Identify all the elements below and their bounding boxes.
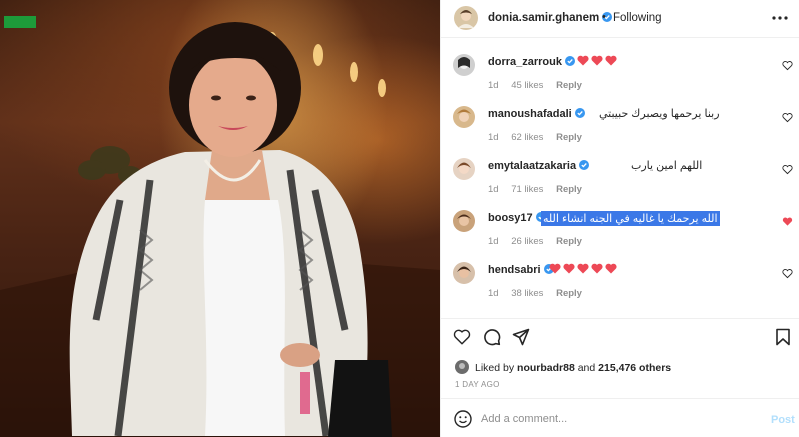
commenter-username[interactable]: dorra_zarrouk — [488, 56, 575, 68]
header-separator: • — [602, 11, 606, 23]
post-actions — [441, 326, 799, 350]
comment-item: boosy17 الله يرحمك يا غاليه في الجنه انش… — [441, 210, 799, 260]
red-heart-icon — [577, 55, 589, 66]
section-divider — [441, 318, 799, 319]
emoji-icon[interactable] — [454, 410, 472, 428]
post-comment-button[interactable]: Post — [771, 414, 795, 426]
comment-meta: 1d 62 likes Reply — [488, 132, 592, 143]
comment-time[interactable]: 1d — [488, 288, 499, 299]
verified-badge-icon — [564, 56, 575, 66]
reply-button[interactable]: Reply — [556, 288, 582, 299]
comment-item: dorra_zarrouk 1d 45 likes Reply — [441, 54, 799, 104]
comment-meta: 1d 71 likes Reply — [488, 184, 592, 195]
post-photo[interactable] — [0, 0, 440, 437]
reply-button[interactable]: Reply — [556, 236, 582, 247]
comment-item: hendsabri 1d 38 likes Reply — [441, 262, 799, 312]
add-comment-input[interactable] — [481, 410, 761, 428]
comment-meta: 1d 26 likes Reply — [488, 236, 592, 247]
comment-meta: 1d 38 likes Reply — [488, 288, 592, 299]
heart-emojis — [577, 55, 619, 68]
likes-summary: Liked by nourbadr88 and 215,476 others — [455, 360, 795, 376]
red-heart-icon — [591, 55, 603, 66]
comment-likes[interactable]: 26 likes — [511, 236, 543, 247]
commenter-avatar[interactable] — [453, 54, 475, 76]
post-header: donia.samir.ghanem • Following — [441, 0, 799, 38]
following-button[interactable]: Following — [613, 12, 662, 24]
commenter-avatar[interactable] — [453, 106, 475, 128]
author-username[interactable]: donia.samir.ghanem — [488, 12, 613, 24]
comment-like-heart-icon[interactable] — [782, 60, 793, 71]
comment-item: emytalaatzakaria اللهم امين يارب 1d 71 l… — [441, 158, 799, 208]
red-heart-icon — [549, 263, 561, 274]
comment-likes[interactable]: 38 likes — [511, 288, 543, 299]
comment-text: ربنا يرحمها ويصبرك حبيبتي — [599, 108, 720, 120]
add-comment-bar: Post — [441, 404, 799, 434]
likes-and: and — [577, 362, 596, 374]
share-send-icon[interactable] — [512, 328, 530, 346]
save-bookmark-icon[interactable] — [774, 328, 792, 346]
comment-liked-heart-icon[interactable] — [782, 216, 793, 227]
photo-illustration — [0, 16, 440, 437]
comment-likes[interactable]: 71 likes — [511, 184, 543, 195]
red-heart-icon — [563, 263, 575, 274]
likes-text: Liked by nourbadr88 and 215,476 others — [475, 362, 671, 374]
red-heart-icon — [605, 263, 617, 274]
commenter-username[interactable]: hendsabri — [488, 264, 554, 276]
verified-badge-icon — [579, 160, 590, 170]
more-options-icon[interactable] — [771, 10, 789, 26]
comment-likes[interactable]: 45 likes — [511, 80, 543, 91]
commenter-avatar[interactable] — [453, 262, 475, 284]
comment-time[interactable]: 1d — [488, 236, 499, 247]
red-heart-icon — [577, 263, 589, 274]
likes-others-count[interactable]: 215,476 others — [598, 362, 671, 374]
commenter-username[interactable]: emytalaatzakaria — [488, 160, 590, 172]
comment-like-heart-icon[interactable] — [782, 164, 793, 175]
like-heart-icon[interactable] — [453, 328, 471, 346]
verified-badge-icon — [574, 108, 585, 118]
commenter-avatar[interactable] — [453, 158, 475, 180]
red-heart-icon — [605, 55, 617, 66]
commenter-avatar[interactable] — [453, 210, 475, 232]
comment-text-selected: الله يرحمك يا غاليه في الجنه انشاء الله — [541, 211, 720, 226]
reply-button[interactable]: Reply — [556, 184, 582, 195]
post-timestamp[interactable]: 1 DAY AGO — [455, 380, 500, 389]
reply-button[interactable]: Reply — [556, 80, 582, 91]
comment-like-heart-icon[interactable] — [782, 268, 793, 279]
comment-meta: 1d 45 likes Reply — [488, 80, 592, 91]
commenter-username[interactable]: boosy17 — [488, 212, 546, 224]
author-avatar[interactable] — [454, 6, 478, 30]
commenter-username[interactable]: manoushafadali — [488, 108, 585, 120]
likes-prefix: Liked by — [475, 362, 515, 374]
comment-time[interactable]: 1d — [488, 184, 499, 195]
comment-time[interactable]: 1d — [488, 132, 499, 143]
comment-text: اللهم امين يارب — [631, 160, 703, 172]
section-divider — [441, 398, 799, 399]
red-heart-icon — [591, 263, 603, 274]
comment-likes[interactable]: 62 likes — [511, 132, 543, 143]
comment-time[interactable]: 1d — [488, 80, 499, 91]
liker-username[interactable]: nourbadr88 — [517, 362, 575, 374]
liker-avatar[interactable] — [455, 360, 469, 374]
comment-item: manoushafadali ربنا يرحمها ويصبرك حبيبتي… — [441, 106, 799, 156]
heart-emojis — [549, 263, 619, 276]
comment-bubble-icon[interactable] — [483, 328, 501, 346]
instagram-post: donia.samir.ghanem • Following dorra_zar… — [0, 0, 799, 437]
reply-button[interactable]: Reply — [556, 132, 582, 143]
comment-like-heart-icon[interactable] — [782, 112, 793, 123]
post-side-panel: donia.samir.ghanem • Following dorra_zar… — [440, 0, 799, 437]
